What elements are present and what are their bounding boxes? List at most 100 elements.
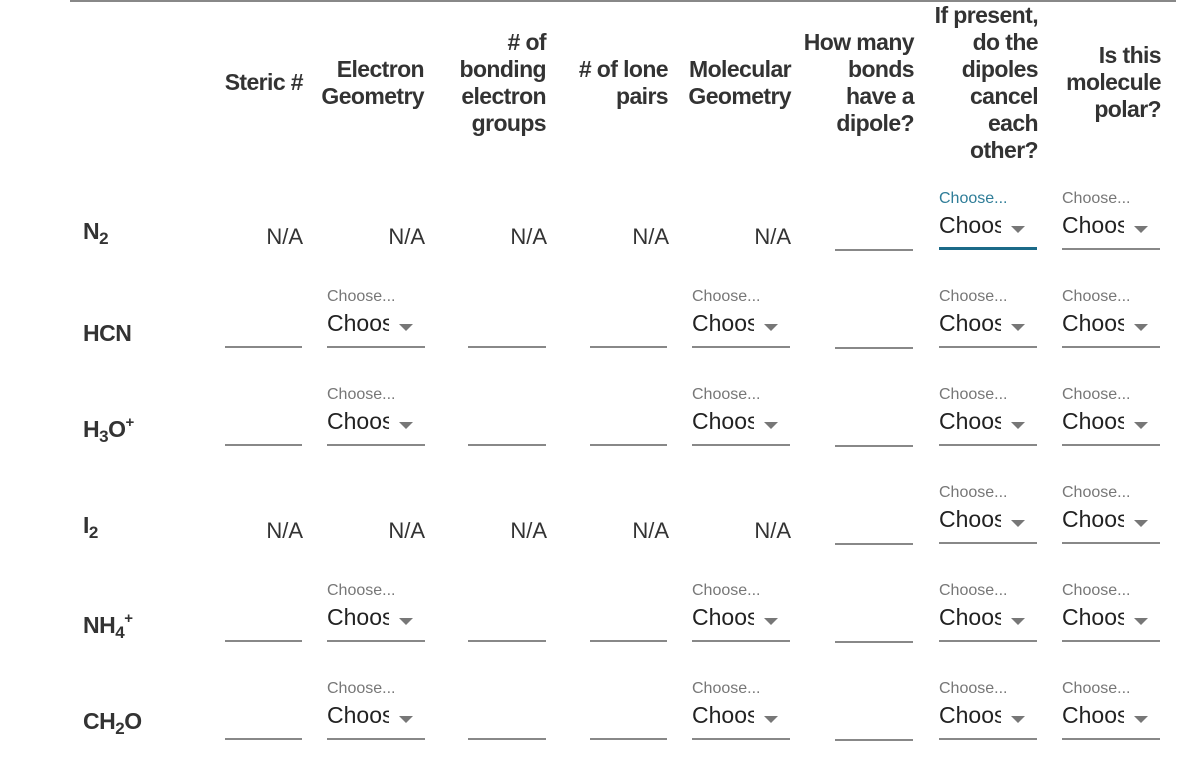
chevron-down-icon [1011,226,1025,233]
select-value: Choose... [1062,408,1124,434]
select-value: Choose... [939,212,1001,238]
electron-geometry-select[interactable]: Choose... Choose... [327,386,425,446]
molecule-tail: O [124,708,142,734]
molecule-sub: 2 [115,719,125,738]
chevron-down-icon [764,716,778,723]
answer-input[interactable] [225,738,302,740]
select-value: Choose... [327,408,389,434]
select-label: Choose... [692,582,761,599]
header-steric: Steric # [224,69,304,95]
header-bonding-groups: # of bonding electron groups [459,29,547,136]
chevron-down-icon [1134,226,1148,233]
bonds-dipole-input[interactable] [835,543,913,545]
molecular-geometry-select[interactable]: Choose... Choose... [692,386,790,446]
select-label: Choose... [1062,582,1131,599]
chevron-down-icon [1134,716,1148,723]
select-value: Choose... [692,604,754,630]
chevron-down-icon [764,422,778,429]
select-label: Choose... [327,386,396,403]
electron-geometry-select[interactable]: Choose... Choose... [327,582,425,642]
answer-input[interactable] [590,444,667,446]
select-label: Choose... [1062,190,1131,207]
molecule-sub: 2 [99,229,109,248]
na-value: N/A [266,224,303,249]
chevron-down-icon [399,422,413,429]
bonds-dipole-input[interactable] [835,249,913,251]
answer-input[interactable] [468,640,546,642]
molecule-base: N [83,218,100,244]
answer-input[interactable] [468,738,546,740]
electron-geometry-select[interactable]: Choose... Choose... [327,288,425,348]
select-label: Choose... [327,582,396,599]
answer-input[interactable] [590,738,667,740]
select-underline [939,542,1037,544]
dipoles-cancel-select[interactable]: Choose... Choose... [939,680,1037,740]
bonds-dipole-input[interactable] [835,641,913,643]
molecular-geometry-select[interactable]: Choose... Choose... [692,288,790,348]
molecule-label: NH4+ [83,610,133,643]
na-value: N/A [632,518,669,543]
bonds-dipole-input[interactable] [835,347,913,349]
chevron-down-icon [1011,716,1025,723]
dipoles-cancel-select[interactable]: Choose... Choose... [939,288,1037,348]
dipoles-cancel-select[interactable]: Choose... Choose... [939,582,1037,642]
molecule-sup: + [125,414,134,431]
answer-input[interactable] [468,444,546,446]
header-is-polar: Is this molecule polar? [1066,42,1162,122]
select-underline [692,738,790,740]
molecular-geometry-select[interactable]: Choose... Choose... [692,582,790,642]
select-underline [1062,248,1160,250]
bonds-dipole-input[interactable] [835,445,913,447]
is-polar-select[interactable]: Choose... Choose... [1062,288,1160,348]
is-polar-select[interactable]: Choose... Choose... [1062,582,1160,642]
select-value: Choose... [939,408,1001,434]
bonds-dipole-input[interactable] [835,739,913,741]
chevron-down-icon [399,324,413,331]
chevron-down-icon [1134,324,1148,331]
answer-input[interactable] [225,346,302,348]
select-value: Choose... [327,604,389,630]
dipoles-cancel-select[interactable]: Choose... Choose... [939,190,1037,250]
header-bonds-dipole: How many bonds have a dipole? [803,29,915,136]
select-underline [939,738,1037,740]
chevron-down-icon [399,716,413,723]
is-polar-select[interactable]: Choose... Choose... [1062,190,1160,250]
select-underline [327,346,425,348]
select-value: Choose... [1062,506,1124,532]
select-value: Choose... [1062,212,1124,238]
chevron-down-icon [1134,520,1148,527]
chevron-down-icon [399,618,413,625]
molecule-label: H3O+ [83,414,134,447]
select-underline [1062,542,1160,544]
is-polar-select[interactable]: Choose... Choose... [1062,484,1160,544]
is-polar-select[interactable]: Choose... Choose... [1062,680,1160,740]
dipoles-cancel-select[interactable]: Choose... Choose... [939,386,1037,446]
select-label: Choose... [692,680,761,697]
na-value: N/A [510,224,547,249]
select-underline [939,444,1037,446]
select-value: Choose... [939,702,1001,728]
select-value: Choose... [939,604,1001,630]
answer-input[interactable] [225,640,302,642]
molecule-sub: 3 [99,427,109,446]
select-label: Choose... [692,288,761,305]
select-underline [939,346,1037,348]
molecule-label: HCN [83,320,132,347]
select-label: Choose... [939,680,1008,697]
select-underline [692,346,790,348]
select-value: Choose... [939,310,1001,336]
answer-input[interactable] [225,444,302,446]
is-polar-select[interactable]: Choose... Choose... [1062,386,1160,446]
answer-input[interactable] [468,346,546,348]
dipoles-cancel-select[interactable]: Choose... Choose... [939,484,1037,544]
select-label: Choose... [327,680,396,697]
molecule-base: NH [83,612,116,638]
answer-input[interactable] [590,346,667,348]
electron-geometry-select[interactable]: Choose... Choose... [327,680,425,740]
molecular-geometry-select[interactable]: Choose... Choose... [692,680,790,740]
header-dipoles-cancel: If present, do the dipoles cancel each o… [934,2,1039,163]
select-label: Choose... [939,582,1008,599]
select-underline [327,640,425,642]
answer-input[interactable] [590,640,667,642]
na-value: N/A [754,224,791,249]
